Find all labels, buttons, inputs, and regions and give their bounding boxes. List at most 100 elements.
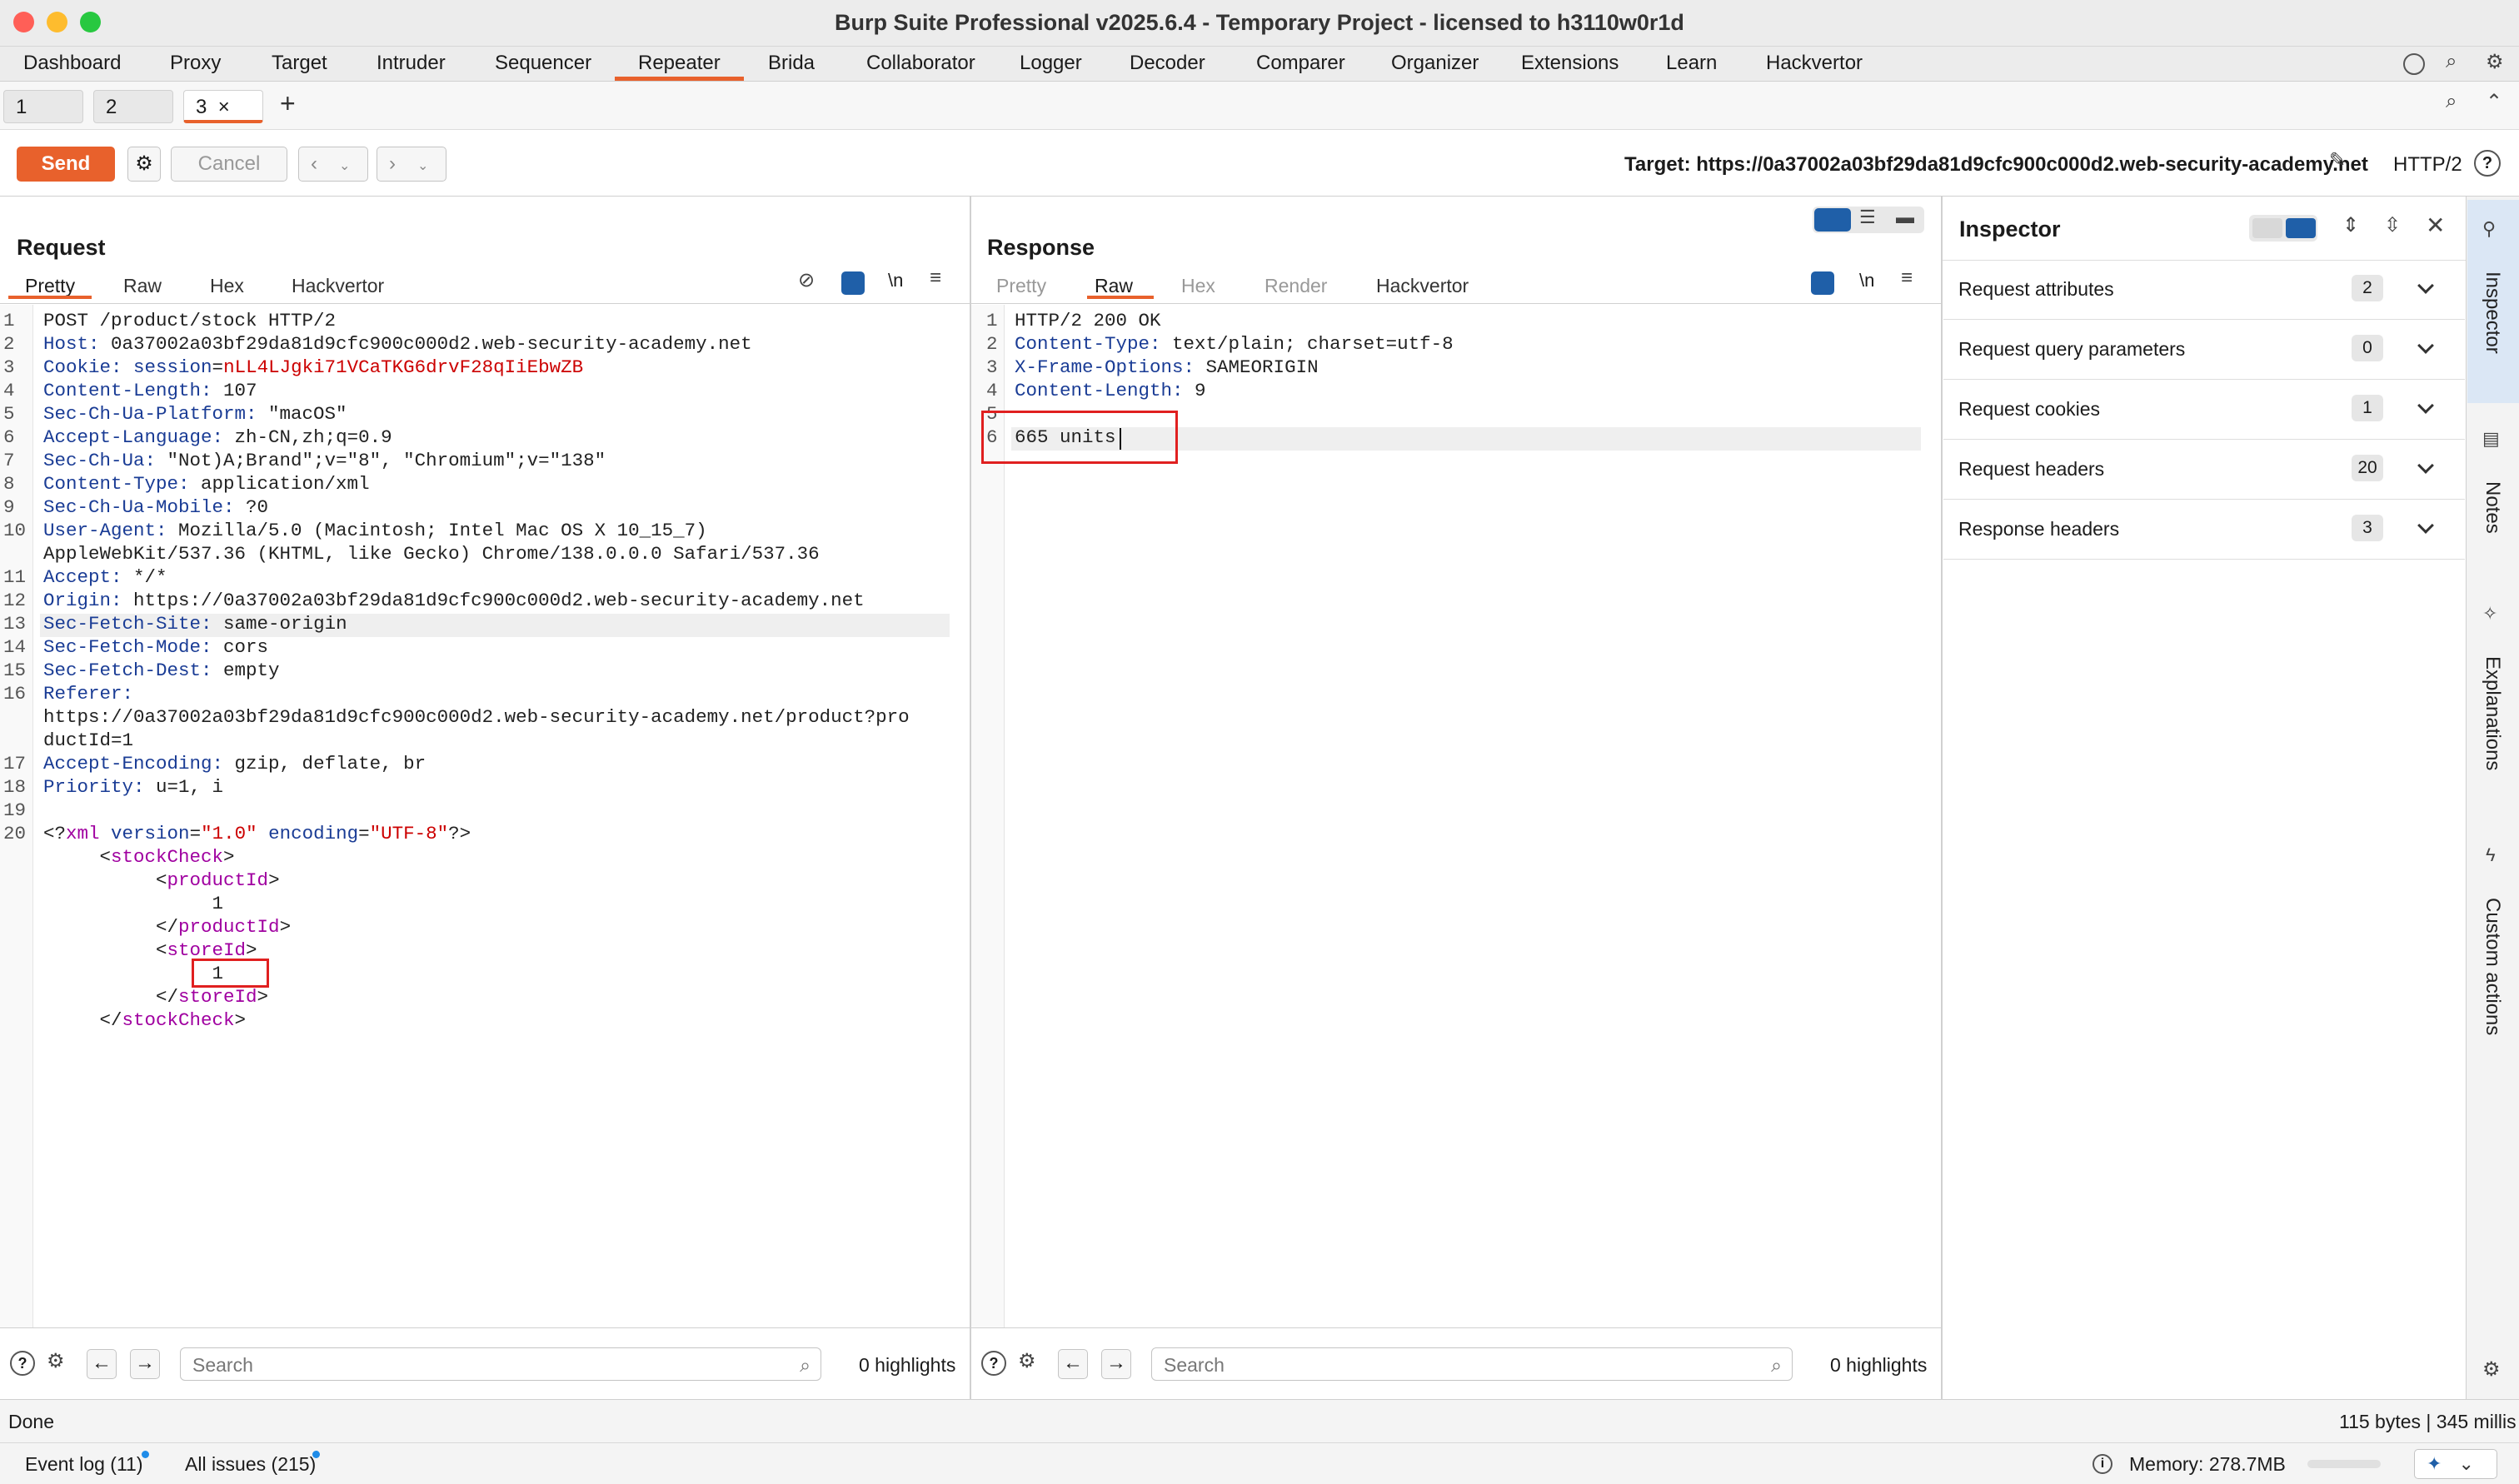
inspector-section-request-query-parameters[interactable]: Request query parameters 0: [1943, 320, 2465, 380]
sidebar-settings-icon[interactable]: ⚙: [2482, 1357, 2501, 1382]
collapse-all-icon[interactable]: ⇳: [2384, 213, 2401, 237]
inspector-layout-left[interactable]: [2252, 218, 2282, 238]
menu-item-learn[interactable]: Learn: [1666, 52, 1717, 82]
response-search-input[interactable]: Search ⌕: [1151, 1347, 1793, 1381]
tabs-layout-icon[interactable]: ▬: [1896, 207, 1914, 228]
next-match-button[interactable]: →: [130, 1349, 160, 1379]
chevron-down-icon[interactable]: [2417, 397, 2434, 414]
sidebar-label-custom-actions[interactable]: Custom actions: [2481, 898, 2504, 1035]
protocol-label[interactable]: HTTP/2: [2393, 153, 2462, 177]
menu-item-organizer[interactable]: Organizer: [1391, 52, 1479, 82]
menu-item-collaborator[interactable]: Collaborator: [866, 52, 975, 82]
response-tab-render[interactable]: Render: [1264, 275, 1327, 297]
help-icon[interactable]: ?: [981, 1351, 1006, 1376]
close-tab-icon[interactable]: ×: [218, 96, 230, 118]
lightning-icon[interactable]: ϟ: [2486, 844, 2496, 866]
menu-icon[interactable]: ≡: [930, 266, 941, 290]
window-title: Burp Suite Professional v2025.6.4 - Temp…: [835, 10, 1684, 35]
previous-match-button[interactable]: ←: [1058, 1349, 1088, 1379]
notes-icon[interactable]: ▤: [2482, 428, 2500, 450]
all-issues-button[interactable]: All issues (215): [185, 1453, 316, 1476]
repeater-tab-2[interactable]: 2: [93, 90, 173, 123]
forward-button[interactable]: › ⌄: [377, 147, 446, 182]
memory-usage: Memory: 278.7MB: [2129, 1453, 2286, 1475]
back-button[interactable]: ‹ ⌄: [298, 147, 368, 182]
menu-item-comparer[interactable]: Comparer: [1256, 52, 1345, 82]
response-tab-hex[interactable]: Hex: [1181, 275, 1215, 297]
sidebar-label-explanations[interactable]: Explanations: [2481, 656, 2504, 770]
request-tab-hex[interactable]: Hex: [210, 275, 244, 297]
menu-item-dashboard[interactable]: Dashboard: [23, 52, 121, 82]
inspector-section-response-headers[interactable]: Response headers 3: [1943, 500, 2465, 560]
code-token: 107: [212, 380, 257, 401]
repeater-tab-3[interactable]: 3 ×: [183, 90, 263, 123]
menu-item-target[interactable]: Target: [272, 52, 327, 82]
search-settings-icon[interactable]: ⚙: [47, 1349, 65, 1373]
newline-toggle[interactable]: \n: [1859, 270, 1874, 291]
collapse-icon[interactable]: ⌃: [2486, 90, 2502, 114]
menu-item-decoder[interactable]: Decoder: [1130, 52, 1205, 82]
chevron-down-icon[interactable]: [2417, 277, 2434, 294]
request-tab-hackvertor[interactable]: Hackvertor: [292, 275, 384, 297]
request-code-line: Sec-Ch-Ua-Platform: "macOS": [43, 403, 347, 425]
request-line-number: 4: [3, 380, 15, 401]
inspector-layout-right[interactable]: [2286, 218, 2316, 238]
inspector-section-request-attributes[interactable]: Request attributes 2: [1943, 260, 2465, 320]
gear-icon[interactable]: ⚙: [2486, 50, 2504, 74]
code-token: Sec-Fetch-Dest:: [43, 660, 212, 681]
tab-search-icon[interactable]: ⌕: [2446, 90, 2457, 113]
split-vertical-icon[interactable]: ☰: [1859, 207, 1876, 228]
menu-item-sequencer[interactable]: Sequencer: [495, 52, 591, 82]
inspector-section-request-headers[interactable]: Request headers 20: [1943, 440, 2465, 500]
close-icon[interactable]: ✕: [2426, 212, 2445, 239]
newline-toggle[interactable]: \n: [888, 270, 903, 291]
response-tab-raw[interactable]: Raw: [1095, 275, 1133, 297]
request-tab-raw[interactable]: Raw: [123, 275, 162, 297]
request-search-input[interactable]: Search ⌕: [180, 1347, 821, 1381]
request-line-number: 5: [3, 403, 15, 425]
sidebar-label-notes[interactable]: Notes: [2481, 481, 2504, 534]
cancel-button[interactable]: Cancel: [171, 147, 287, 182]
menu-item-proxy[interactable]: Proxy: [170, 52, 221, 82]
ai-assistant-button[interactable]: ✦ ⌄: [2414, 1449, 2497, 1479]
chevron-down-icon[interactable]: [2417, 517, 2434, 534]
pane-divider-right[interactable]: [1941, 197, 1943, 1399]
search-settings-icon[interactable]: ⚙: [1018, 1349, 1036, 1373]
settings-button[interactable]: ⚙: [127, 147, 161, 182]
split-horizontal-icon[interactable]: [1814, 208, 1851, 232]
wrap-lines-icon[interactable]: [841, 271, 865, 295]
code-token: Sec-Ch-Ua-Mobile:: [43, 496, 235, 518]
response-tab-hackvertor[interactable]: Hackvertor: [1376, 275, 1469, 297]
menu-item-brida[interactable]: Brida: [768, 52, 815, 82]
expand-all-icon[interactable]: ⇕: [2342, 213, 2359, 237]
help-icon[interactable]: ?: [2474, 150, 2501, 177]
response-tab-pretty[interactable]: Pretty: [996, 275, 1046, 297]
event-log-button[interactable]: Event log (11): [25, 1453, 142, 1476]
edit-target-icon[interactable]: ✎: [2329, 148, 2346, 172]
repeater-tab-1[interactable]: 1: [3, 90, 83, 123]
code-token: Host:: [43, 333, 100, 355]
menu-item-extensions[interactable]: Extensions: [1521, 52, 1619, 82]
inspector-section-request-cookies[interactable]: Request cookies 1: [1943, 380, 2465, 440]
menu-item-logger[interactable]: Logger: [1020, 52, 1082, 82]
menu-icon[interactable]: ≡: [1901, 266, 1913, 290]
chevron-down-icon[interactable]: [2417, 337, 2434, 354]
hide-icon[interactable]: ⊘: [798, 268, 815, 292]
response-body-highlight-box: [981, 411, 1178, 464]
menu-item-intruder[interactable]: Intruder: [377, 52, 446, 82]
code-token: cors: [212, 636, 269, 658]
request-code-line: Host: 0a37002a03bf29da81d9cfc900c000d2.w…: [43, 333, 752, 355]
add-tab-button[interactable]: +: [280, 88, 296, 119]
chevron-down-icon[interactable]: [2417, 457, 2434, 474]
search-icon[interactable]: ⌕: [2446, 50, 2457, 73]
wrap-lines-icon[interactable]: [1811, 271, 1834, 295]
previous-match-button[interactable]: ←: [87, 1349, 117, 1379]
request-code-line: ductId=1: [43, 730, 133, 751]
send-button[interactable]: Send: [17, 147, 115, 182]
next-match-button[interactable]: →: [1101, 1349, 1131, 1379]
help-icon[interactable]: ?: [10, 1351, 35, 1376]
globe-icon[interactable]: [2403, 53, 2425, 75]
request-tab-pretty[interactable]: Pretty: [25, 275, 75, 297]
lightbulb-icon[interactable]: ✧: [2482, 603, 2497, 625]
menu-item-hackvertor[interactable]: Hackvertor: [1766, 52, 1863, 82]
